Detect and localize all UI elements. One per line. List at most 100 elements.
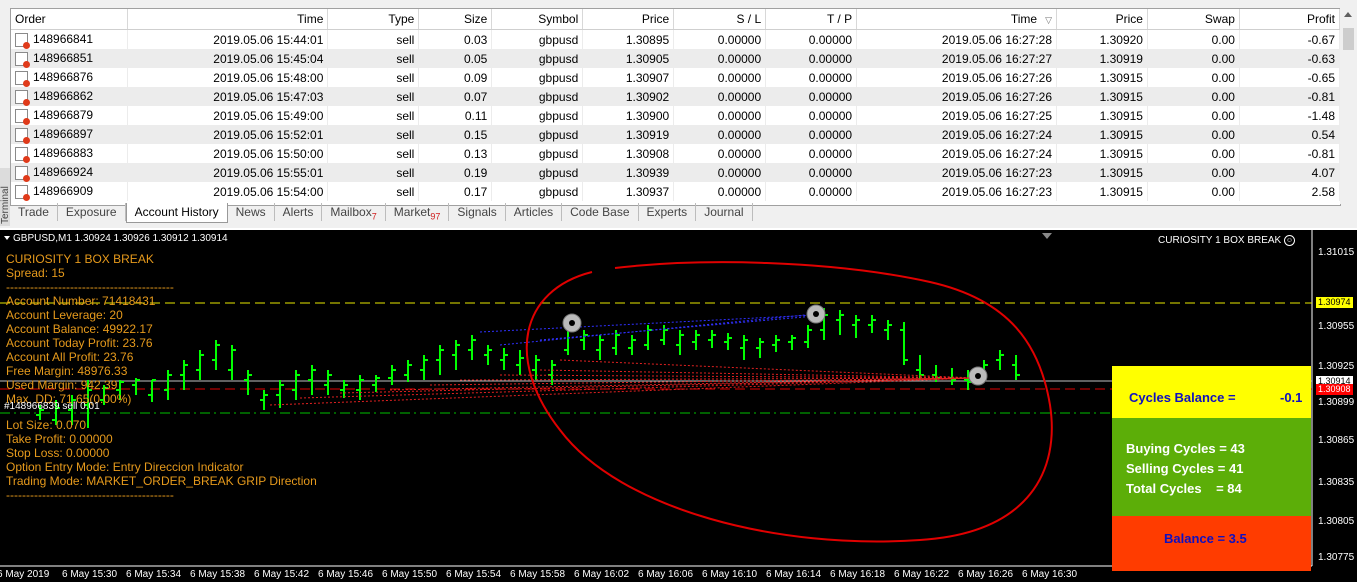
tab-experts[interactable]: Experts — [639, 203, 697, 221]
terminal-side-tab[interactable]: Terminal — [0, 168, 11, 226]
tab-account-history[interactable]: Account History — [125, 203, 228, 223]
cell-size: 0.11 — [418, 106, 493, 125]
cell-value: 148966883 — [33, 146, 94, 161]
closed-order-icon — [15, 108, 30, 125]
chart-shift-icon — [1042, 233, 1052, 239]
cell-value: 1.30895 — [625, 32, 670, 47]
cell-price: 1.30900 — [582, 106, 675, 125]
cell-value: 1.30915 — [1099, 89, 1143, 104]
cycles-count-box: Buying Cycles = 43 Selling Cycles = 41 T… — [1112, 418, 1311, 516]
table-row[interactable]: 148966897 2019.05.06 15:52:01 sell 0.15 gbpu… — [11, 125, 1340, 144]
cell-value: 0.15 — [463, 127, 488, 142]
cell-value: 0.00000 — [808, 51, 853, 66]
column-header[interactable]: Price — [1056, 9, 1148, 30]
cell-sl: 0.00000 — [673, 106, 767, 125]
cell-symbol: gbpusd — [491, 144, 584, 163]
cell-value: 1.30905 — [625, 51, 670, 66]
cell-value: 1.30915 — [1099, 127, 1143, 142]
cell-close-price: 1.30915 — [1056, 106, 1148, 125]
column-header[interactable]: Time ▽ — [856, 9, 1058, 30]
info-line: ----------------------------------------… — [6, 488, 174, 502]
info-line: Used Margin: 942.39 — [6, 378, 118, 392]
table-row[interactable]: 148966841 2019.05.06 15:44:01 sell 0.03 gbpu… — [11, 29, 1340, 49]
column-header[interactable]: Order — [11, 9, 129, 30]
cell-value: 1.30915 — [1099, 70, 1143, 85]
cell-value: 2019.05.06 16:27:23 — [941, 184, 1053, 199]
cell-time: 2019.05.06 15:49:00 — [127, 106, 329, 125]
cell-symbol: gbpusd — [491, 125, 584, 144]
column-header-label: Swap — [1204, 12, 1235, 26]
tab-trade[interactable]: Trade — [10, 203, 58, 221]
closed-order-icon — [15, 165, 30, 182]
table-row[interactable]: 148966909 2019.05.06 15:54:00 sell 0.17 gbpu… — [11, 182, 1340, 201]
cell-size: 0.03 — [418, 29, 493, 49]
column-header-label: Order — [15, 12, 46, 26]
column-header[interactable]: Size — [418, 9, 493, 30]
cell-tp: 0.00000 — [765, 182, 858, 201]
table-row[interactable]: 148966924 2019.05.06 15:55:01 sell 0.19 gbpu… — [11, 163, 1340, 182]
cell-close-price: 1.30915 — [1056, 68, 1148, 87]
cell-type: sell — [327, 87, 420, 106]
cell-value: 0.00 — [1211, 127, 1235, 142]
cell-symbol: gbpusd — [491, 106, 584, 125]
hand-drawn-circle — [525, 261, 1053, 543]
column-header[interactable]: Profit — [1239, 9, 1340, 30]
info-line: Option Entry Mode: Entry Direccion Indic… — [6, 460, 244, 474]
tab-badge: 97 — [430, 211, 441, 222]
cell-close-time: 2019.05.06 16:27:27 — [856, 49, 1058, 68]
cell-value: 1.30915 — [1099, 146, 1143, 161]
column-header[interactable]: Type — [327, 9, 420, 30]
table-row[interactable]: 148966879 2019.05.06 15:49:00 sell 0.11 gbpu… — [11, 106, 1340, 125]
column-header[interactable]: Symbol — [491, 9, 584, 30]
tab-alerts[interactable]: Alerts — [275, 203, 323, 221]
tab-market[interactable]: Market97 — [386, 203, 450, 221]
cell-order: 148966897 — [11, 125, 129, 144]
cell-close-time: 2019.05.06 16:27:25 — [856, 106, 1058, 125]
account-history-table: Order Time Type Size Symbol Price S / LT / P Ti… — [10, 8, 1341, 206]
cell-time: 2019.05.06 15:45:04 — [127, 49, 329, 68]
table-row[interactable]: 148966876 2019.05.06 15:48:00 sell 0.09 gbpu… — [11, 68, 1340, 87]
cell-profit: -0.67 — [1239, 29, 1340, 49]
price-tick-label: 1.30925 — [1318, 361, 1355, 372]
cell-value: 0.00000 — [717, 108, 762, 123]
time-tick-label: 6 May 16:26 — [958, 569, 1014, 580]
symbol-dropdown-icon[interactable] — [4, 236, 10, 241]
cell-value: 0.05 — [463, 51, 488, 66]
price-tick-label: 1.30775 — [1318, 552, 1355, 563]
tab-code-base[interactable]: Code Base — [562, 203, 639, 221]
price-chart[interactable]: GBPUSD,M1 1.30924 1.30926 1.30912 1.3091… — [0, 230, 1357, 582]
column-header-label: T / P — [826, 12, 853, 26]
cell-type: sell — [327, 29, 420, 49]
cell-type: sell — [327, 125, 420, 144]
tab-mailbox[interactable]: Mailbox7 — [322, 203, 386, 221]
cell-value: -0.81 — [1307, 146, 1335, 161]
scroll-thumb[interactable] — [1343, 28, 1354, 50]
time-tick-label: 6 May 16:14 — [766, 569, 822, 580]
table-row[interactable]: 148966862 2019.05.06 15:47:03 sell 0.07 gbpu… — [11, 87, 1340, 106]
time-tick-label: 6 May 15:58 — [510, 569, 566, 580]
column-header[interactable]: T / P — [765, 9, 858, 30]
tab-signals[interactable]: Signals — [449, 203, 506, 221]
column-header[interactable]: Swap — [1147, 9, 1240, 30]
tab-exposure[interactable]: Exposure — [58, 203, 126, 221]
tab-label: News — [235, 205, 266, 219]
cell-type: sell — [327, 68, 420, 87]
cell-value: 2019.05.06 16:27:24 — [941, 127, 1053, 142]
table-row[interactable]: 148966851 2019.05.06 15:45:04 sell 0.05 gbpu… — [11, 49, 1340, 68]
column-header[interactable]: S / L — [673, 9, 767, 30]
tab-label: Journal — [704, 205, 744, 219]
cell-value: 0.00 — [1211, 146, 1235, 161]
tab-articles[interactable]: Articles — [506, 203, 563, 221]
tab-news[interactable]: News — [228, 203, 275, 221]
scroll-up-icon[interactable] — [1344, 12, 1352, 17]
cell-sl: 0.00000 — [673, 87, 767, 106]
cell-value: 148966897 — [33, 127, 94, 142]
table-row[interactable]: 148966883 2019.05.06 15:50:00 sell 0.13 gbpu… — [11, 144, 1340, 163]
cell-value: 2019.05.06 16:27:28 — [941, 32, 1053, 47]
vertical-scrollbar[interactable] — [1340, 8, 1357, 204]
tab-journal[interactable]: Journal — [696, 203, 753, 221]
cell-value: 1.30939 — [625, 165, 670, 180]
order-marker-dot — [813, 311, 819, 317]
column-header[interactable]: Time — [127, 9, 329, 30]
column-header[interactable]: Price — [582, 9, 675, 30]
